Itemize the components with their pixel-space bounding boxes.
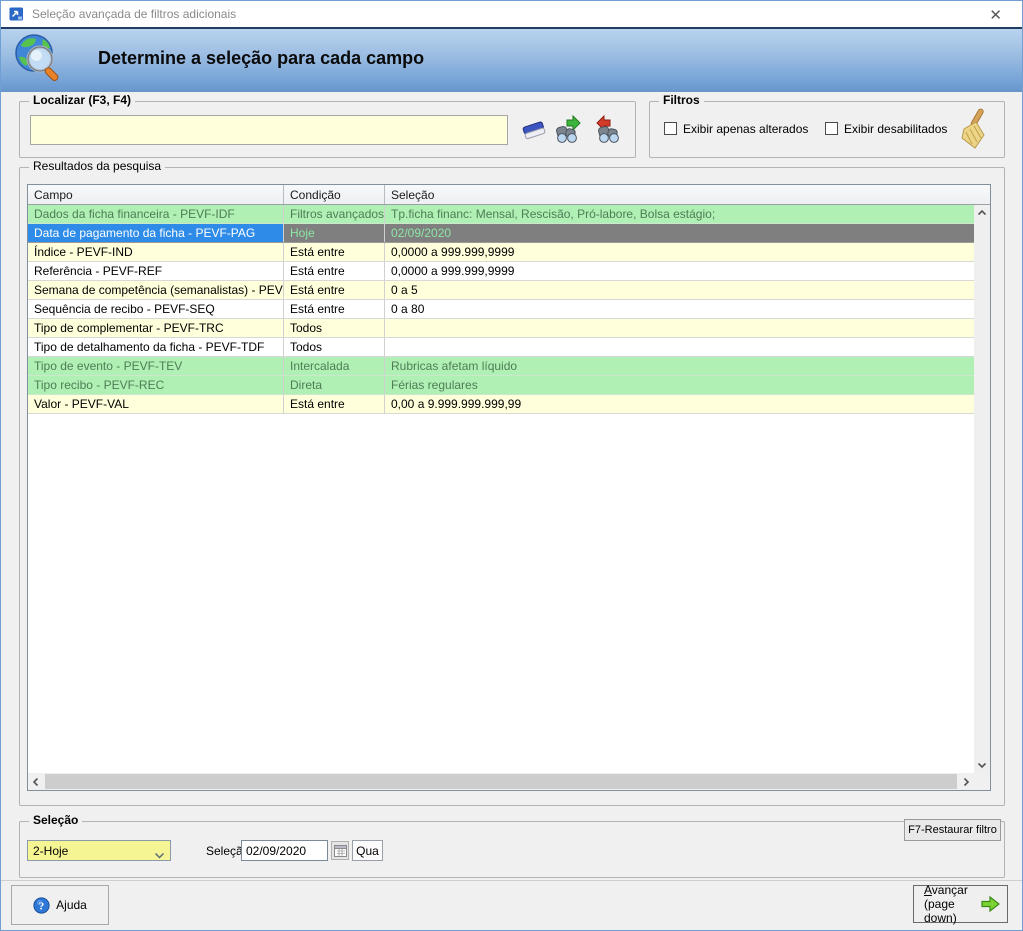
cell-campo: Valor - PEVF-VAL (28, 395, 284, 413)
cell-condicao: Está entre (284, 262, 385, 280)
column-header-selecao[interactable]: Seleção (385, 185, 990, 204)
header-banner: Determine a seleção para cada campo (1, 27, 1022, 92)
checkbox-exibir-desabilitados[interactable] (825, 122, 838, 135)
cell-condicao: Todos (284, 338, 385, 356)
cell-selecao: 0 a 5 (385, 281, 974, 299)
cell-campo: Data de pagamento da ficha - PEVF-PAG (28, 224, 284, 242)
advance-button-sublabel: (page down) (924, 897, 974, 925)
weekday-display: Qua (352, 840, 383, 861)
advance-button-label: Avançar (924, 883, 974, 897)
vertical-scrollbar[interactable] (974, 205, 990, 773)
group-resultados-label: Resultados da pesquisa (29, 159, 165, 173)
column-header-condicao[interactable]: Condição (284, 185, 385, 204)
column-header-campo[interactable]: Campo (28, 185, 284, 204)
svg-text:?: ? (39, 900, 45, 912)
table-row[interactable]: Tipo de evento - PEVF-TEV Intercalada Ru… (28, 357, 974, 376)
horizontal-scrollbar[interactable] (28, 773, 974, 790)
cell-condicao: Filtros avançados (284, 205, 385, 223)
advance-arrow-icon (980, 895, 1001, 913)
selection-mode-value: 2-Hoje (33, 844, 68, 858)
table-row[interactable]: Dados da ficha financeira - PEVF-IDF Fil… (28, 205, 974, 224)
table-row[interactable]: Sequência de recibo - PEVF-SEQ Está entr… (28, 300, 974, 319)
globe-search-icon (13, 33, 63, 87)
advance-button[interactable]: Avançar (page down) (913, 885, 1008, 923)
cell-selecao: Férias regulares (385, 376, 974, 394)
cell-campo: Tipo de complementar - PEVF-TRC (28, 319, 284, 337)
table-row[interactable]: Tipo de complementar - PEVF-TRC Todos (28, 319, 974, 338)
group-selecao-label: Seleção (29, 813, 82, 827)
cell-selecao: Rubricas afetam líquido (385, 357, 974, 375)
checkbox-label-desabilitados: Exibir desabilitados (844, 122, 947, 136)
page-title: Determine a seleção para cada campo (98, 48, 424, 69)
cell-campo: Sequência de recibo - PEVF-SEQ (28, 300, 284, 318)
scroll-left-icon[interactable] (28, 773, 44, 790)
table-body: Dados da ficha financeira - PEVF-IDF Fil… (28, 205, 974, 414)
scrollbar-corner (974, 773, 990, 790)
group-localizar-label: Localizar (F3, F4) (29, 93, 135, 107)
checkbox-label-apenas-alterados: Exibir apenas alterados (683, 122, 808, 136)
cell-campo: Semana de competência (semanalistas) - P… (28, 281, 284, 299)
restore-filter-button[interactable]: F7-Restaurar filtro (904, 819, 1001, 841)
selection-date-input[interactable] (241, 840, 328, 861)
cell-campo: Tipo de detalhamento da ficha - PEVF-TDF (28, 338, 284, 356)
cell-condicao: Hoje (284, 224, 385, 242)
table-row[interactable]: Referência - PEVF-REF Está entre 0,0000 … (28, 262, 974, 281)
cell-condicao: Está entre (284, 395, 385, 413)
table-header-row: Campo Condição Seleção (28, 185, 990, 205)
broom-clear-filters-icon[interactable] (952, 107, 992, 153)
search-input[interactable] (30, 115, 508, 145)
checkbox-exibir-apenas-alterados[interactable] (664, 122, 677, 135)
clear-eraser-button[interactable] (518, 115, 552, 145)
cell-campo: Dados da ficha financeira - PEVF-IDF (28, 205, 284, 223)
calendar-icon[interactable] (331, 841, 349, 860)
selection-mode-dropdown[interactable]: 2-Hoje (27, 840, 171, 861)
results-table: Campo Condição Seleção Dados da ficha fi… (27, 184, 991, 791)
cell-selecao: 0,0000 a 999.999,9999 (385, 262, 974, 280)
cell-condicao: Está entre (284, 243, 385, 261)
cell-condicao: Está entre (284, 281, 385, 299)
cell-selecao: 0 a 80 (385, 300, 974, 318)
cell-selecao (385, 338, 974, 356)
cell-campo: Referência - PEVF-REF (28, 262, 284, 280)
cell-condicao: Intercalada (284, 357, 385, 375)
help-question-icon: ? (33, 897, 50, 914)
scroll-right-icon[interactable] (958, 773, 974, 790)
window-title: Seleção avançada de filtros adicionais (32, 7, 236, 21)
cell-condicao: Direta (284, 376, 385, 394)
dialog-window: Seleção avançada de filtros adicionais ✕… (0, 0, 1023, 931)
table-row[interactable]: Data de pagamento da ficha - PEVF-PAG Ho… (28, 224, 974, 243)
help-button-label: Ajuda (56, 898, 87, 912)
table-row[interactable]: Valor - PEVF-VAL Está entre 0,00 a 9.999… (28, 395, 974, 414)
cell-selecao: 0,00 a 9.999.999.999,99 (385, 395, 974, 413)
cell-condicao: Está entre (284, 300, 385, 318)
group-filtros-label: Filtros (659, 93, 704, 107)
table-row[interactable]: Tipo de detalhamento da ficha - PEVF-TDF… (28, 338, 974, 357)
cell-campo: Tipo de evento - PEVF-TEV (28, 357, 284, 375)
scroll-down-icon[interactable] (974, 757, 990, 773)
search-previous-binoculars-icon[interactable] (590, 114, 624, 144)
app-icon (9, 7, 24, 21)
table-row[interactable]: Índice - PEVF-IND Está entre 0,0000 a 99… (28, 243, 974, 262)
cell-selecao: 0,0000 a 999.999,9999 (385, 243, 974, 261)
footer-divider (1, 880, 1022, 881)
table-row[interactable]: Tipo recibo - PEVF-REC Direta Férias reg… (28, 376, 974, 395)
chevron-down-icon (154, 848, 165, 862)
cell-campo: Índice - PEVF-IND (28, 243, 284, 261)
search-next-binoculars-icon[interactable] (553, 114, 587, 144)
scroll-up-icon[interactable] (974, 205, 990, 221)
cell-selecao: 02/09/2020 (385, 224, 974, 242)
table-row[interactable]: Semana de competência (semanalistas) - P… (28, 281, 974, 300)
close-icon[interactable]: ✕ (983, 4, 1008, 26)
horizontal-scroll-thumb[interactable] (45, 774, 957, 789)
cell-condicao: Todos (284, 319, 385, 337)
cell-campo: Tipo recibo - PEVF-REC (28, 376, 284, 394)
group-localizar: Localizar (F3, F4) (19, 101, 636, 158)
help-button[interactable]: ? Ajuda (11, 885, 109, 925)
cell-selecao: Tp.ficha financ: Mensal, Rescisão, Pró-l… (385, 205, 974, 223)
title-bar: Seleção avançada de filtros adicionais ✕ (1, 1, 1022, 27)
group-filtros: Filtros Exibir apenas alterados Exibir d… (649, 101, 1005, 158)
cell-selecao (385, 319, 974, 337)
